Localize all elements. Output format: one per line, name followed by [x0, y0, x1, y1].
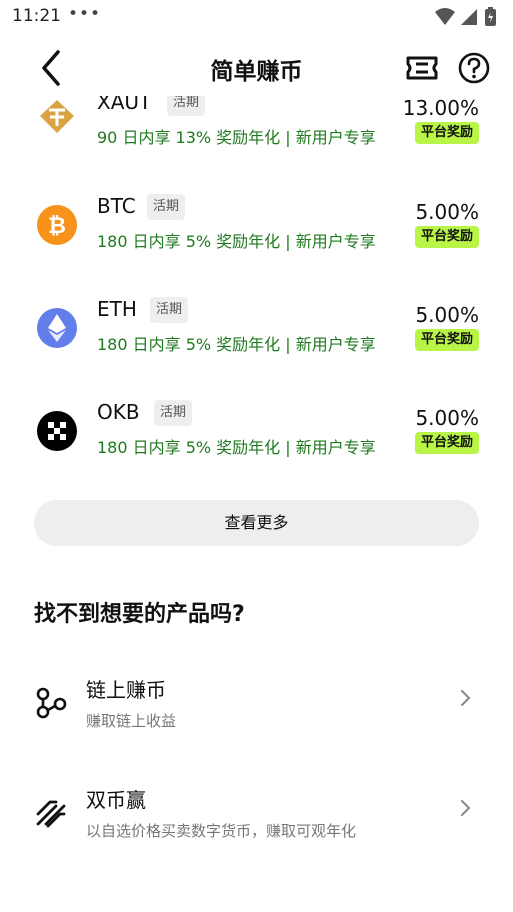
product-desc: 180 日内享 5% 奖励年化 | 新用户专享: [97, 335, 376, 354]
ethereum-icon: [37, 308, 77, 348]
content-area[interactable]: XAUT 活期 90 日内享 13% 奖励年化 | 新用户专享 13.00% 平…: [0, 96, 513, 912]
help-icon[interactable]: [456, 50, 492, 86]
tag-flexible: 活期: [154, 400, 193, 426]
tag-flexible: 活期: [150, 297, 189, 323]
coin-name: BTC: [97, 194, 136, 218]
option-subtitle: 赚取链上收益: [86, 712, 177, 730]
platform-reward-badge: 平台奖励: [414, 226, 479, 248]
tag-flexible: 活期: [147, 194, 186, 220]
platform-reward-badge: 平台奖励: [414, 432, 479, 454]
wifi-icon: [435, 8, 455, 25]
product-desc: 90 日内享 13% 奖励年化 | 新用户专享: [97, 128, 376, 147]
product-row-eth[interactable]: ETH 活期 180 日内享 5% 奖励年化 | 新用户专享 5.00% 平台奖…: [0, 297, 513, 393]
signal-icon: [461, 9, 477, 25]
onchain-nodes-icon: [36, 687, 67, 719]
ticket-icon[interactable]: [404, 50, 440, 86]
apr-rate: 5.00%: [415, 303, 479, 327]
apr-rate: 13.00%: [402, 96, 479, 120]
product-row-btc[interactable]: ₿ BTC 活期 180 日内享 5% 奖励年化 | 新用户专享 5.00% 平…: [0, 194, 513, 290]
product-desc: 180 日内享 5% 奖励年化 | 新用户专享: [97, 232, 376, 251]
chevron-right-icon: [461, 690, 471, 706]
option-onchain-earn[interactable]: 链上赚币 赚取链上收益: [0, 674, 513, 754]
platform-reward-badge: 平台奖励: [414, 122, 479, 144]
product-row-okb[interactable]: OKB 活期 180 日内享 5% 奖励年化 | 新用户专享 5.00% 平台奖…: [0, 400, 513, 496]
status-bar: 11:21 •••: [0, 0, 513, 34]
option-subtitle: 以自选价格买卖数字货币，赚取可观年化: [86, 822, 357, 840]
apr-rate: 5.00%: [415, 406, 479, 430]
product-row-xaut[interactable]: XAUT 活期 90 日内享 13% 奖励年化 | 新用户专享 13.00% 平…: [0, 96, 513, 186]
coin-name: OKB: [97, 400, 140, 424]
bitcoin-icon: ₿: [37, 205, 77, 245]
option-title: 链上赚币: [86, 678, 166, 702]
coin-name: ETH: [97, 297, 137, 321]
svg-text:₿: ₿: [48, 214, 66, 239]
tether-gold-icon: [40, 100, 74, 133]
platform-reward-badge: 平台奖励: [414, 329, 479, 351]
see-more-button[interactable]: 查看更多: [34, 500, 479, 546]
section-title: 找不到想要的产品吗?: [34, 602, 245, 627]
nav-bar: 简单赚币: [0, 40, 513, 96]
okb-icon: [37, 411, 77, 451]
product-desc: 180 日内享 5% 奖励年化 | 新用户专享: [97, 438, 376, 457]
dual-currency-icon: [36, 800, 66, 828]
status-icons: [435, 7, 496, 26]
coin-name: XAUT: [97, 96, 152, 114]
status-more-dots: •••: [68, 4, 102, 24]
option-title: 双币赢: [86, 788, 146, 812]
apr-rate: 5.00%: [415, 200, 479, 224]
chevron-right-icon: [461, 800, 471, 816]
status-time: 11:21: [12, 6, 61, 26]
tag-flexible: 活期: [167, 96, 206, 116]
option-dual-currency[interactable]: 双币赢 以自选价格买卖数字货币，赚取可观年化: [0, 784, 513, 864]
